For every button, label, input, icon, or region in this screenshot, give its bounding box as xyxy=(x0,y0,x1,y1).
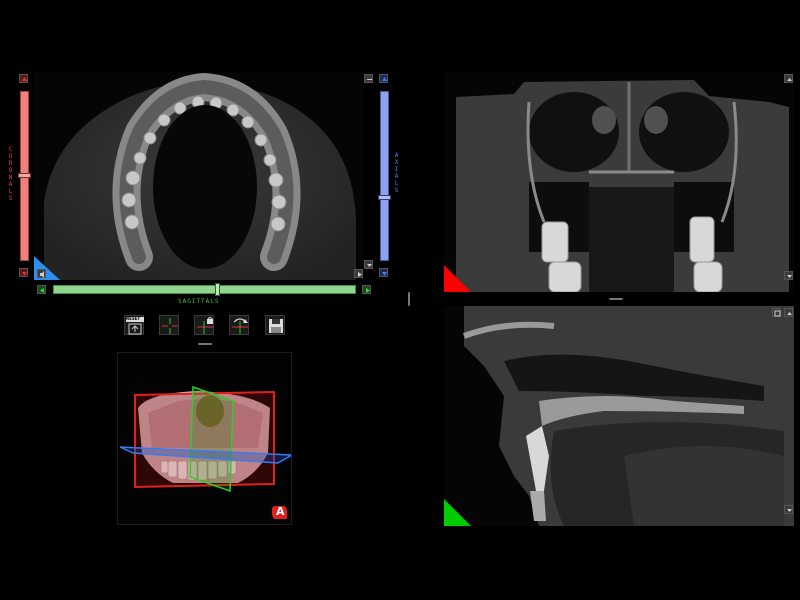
chevron-up-icon xyxy=(787,312,792,315)
arrow-down-icon xyxy=(382,272,387,276)
arrow-left-icon xyxy=(40,288,44,293)
coronal-ct-image xyxy=(444,72,794,292)
coronal-view-menu-button[interactable] xyxy=(784,74,793,83)
axial-audio-button[interactable] xyxy=(37,269,46,278)
arrow-up-icon xyxy=(382,77,387,81)
toolbar-splitter[interactable] xyxy=(198,343,212,345)
axial-slider-thumb[interactable] xyxy=(378,195,391,200)
axial-slider-up-button[interactable] xyxy=(379,74,388,83)
axial-next-button[interactable] xyxy=(354,269,363,278)
crosshair-icon xyxy=(162,318,178,334)
coronal-slider-label: CORONALS xyxy=(7,146,14,202)
rotate-crosshair-button[interactable] xyxy=(229,315,249,335)
chevron-down-icon xyxy=(367,264,372,267)
lock-crosshair-icon xyxy=(197,317,213,334)
axial-slider-down-button[interactable] xyxy=(379,268,388,277)
lock-crosshair-button[interactable] xyxy=(194,315,214,335)
play-icon xyxy=(358,272,362,277)
axial-slider-track[interactable] xyxy=(380,91,389,261)
orientation-badge[interactable]: A xyxy=(271,504,287,520)
sagittal-slider-left-button[interactable] xyxy=(37,285,46,294)
chevron-up-icon xyxy=(787,78,792,81)
arrow-up-icon xyxy=(22,77,27,81)
vertical-splitter[interactable] xyxy=(408,292,410,306)
sagittal-view[interactable] xyxy=(444,306,794,526)
axial-view[interactable] xyxy=(34,72,364,280)
coronal-slider-down-button[interactable] xyxy=(19,268,28,277)
axial-ct-image xyxy=(34,72,364,280)
coronal-orientation-marker xyxy=(444,265,471,292)
menu-icon xyxy=(367,79,372,80)
window-icon xyxy=(774,310,781,317)
arrow-down-icon xyxy=(22,272,27,276)
crosshair-button[interactable] xyxy=(159,315,179,335)
sagittal-view-menu-button[interactable] xyxy=(784,308,793,317)
sagittal-view-maximize-button[interactable] xyxy=(772,308,781,317)
coronal-slider-up-button[interactable] xyxy=(19,74,28,83)
axial-view-collapse-button[interactable] xyxy=(364,260,373,269)
speaker-icon xyxy=(40,271,44,278)
sagittal-view-collapse-button[interactable] xyxy=(784,505,793,514)
3d-viewer[interactable]: A xyxy=(117,352,292,525)
sagittal-slider-right-button[interactable] xyxy=(362,285,371,294)
rotate-crosshair-icon xyxy=(232,318,248,334)
sagittal-slider-track[interactable] xyxy=(53,285,356,294)
floppy-disk-icon xyxy=(269,319,283,333)
sagittal-slider-thumb[interactable] xyxy=(215,283,220,296)
arrow-right-icon xyxy=(366,288,370,293)
sagittal-slider-label: SAGITTALS xyxy=(178,298,220,305)
coronal-slider-thumb[interactable] xyxy=(18,173,31,178)
chevron-down-icon xyxy=(787,509,792,512)
sagittal-ct-image xyxy=(444,306,794,526)
chevron-down-icon xyxy=(787,275,792,278)
orientation-badge-letter: A xyxy=(276,505,285,518)
sagittal-orientation-marker xyxy=(444,499,471,526)
axial-view-menu-button[interactable] xyxy=(364,74,373,83)
3d-skull-render xyxy=(118,353,291,524)
reset-label: RESET xyxy=(126,316,141,321)
right-horizontal-splitter[interactable] xyxy=(609,298,623,300)
axial-slider-label: AXIALS xyxy=(393,152,400,194)
reset-view-button[interactable]: RESET xyxy=(124,315,144,335)
coronal-view[interactable] xyxy=(444,72,794,292)
coronal-view-collapse-button[interactable] xyxy=(784,271,793,280)
save-button[interactable] xyxy=(265,315,285,335)
